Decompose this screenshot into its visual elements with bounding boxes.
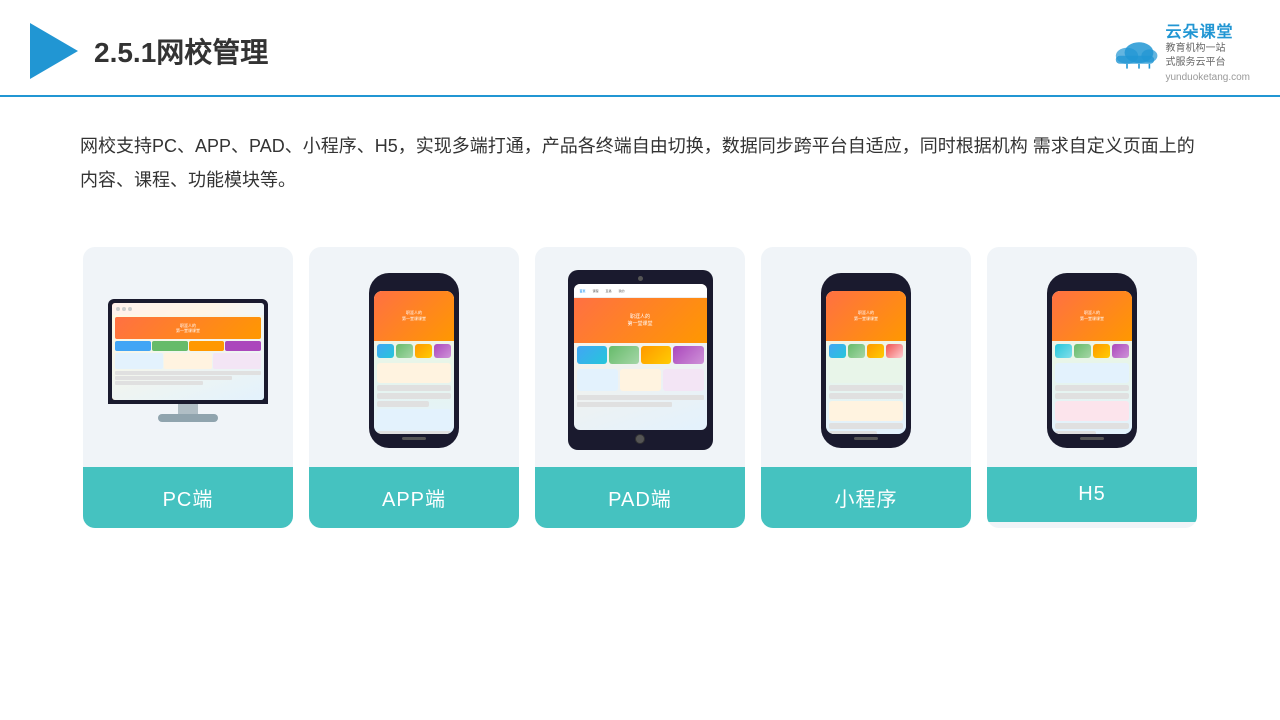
brand-block: 云朵课堂 教育机构一站式服务云平台 yunduoketang.com: [1111, 18, 1250, 83]
card-app: 职涯人的第一堂课课堂: [309, 247, 519, 528]
brand-url: yunduoketang.com: [1165, 72, 1250, 83]
brand-logo: 云朵课堂 教育机构一站式服务云平台 yunduoketang.com: [1111, 18, 1250, 83]
description-text: 网校支持PC、APP、PAD、小程序、H5，实现多端打通，产品各终端自由切换，数…: [0, 97, 1280, 217]
card-pc: 职涯人的第一堂课课堂: [83, 247, 293, 528]
card-miniapp-label: 小程序: [761, 467, 971, 528]
brand-text: 云朵课堂 教育机构一站式服务云平台 yunduoketang.com: [1165, 18, 1250, 83]
page-title: 2.5.1网校管理: [94, 31, 268, 71]
card-pad-image: 首页 课程 直播 我的 职涯人的第一堂课堂: [535, 247, 745, 467]
card-miniapp-image: 职涯人的第一堂课课堂: [761, 247, 971, 467]
header-left: 2.5.1网校管理: [30, 23, 268, 79]
page-header: 2.5.1网校管理 云朵课堂 教育机构一站式服务云平台 yunduoketang…: [0, 0, 1280, 97]
miniapp-phone-mockup: 职涯人的第一堂课课堂: [821, 273, 911, 448]
card-app-image: 职涯人的第一堂课课堂: [309, 247, 519, 467]
brand-tagline: 教育机构一站式服务云平台: [1165, 42, 1225, 70]
card-h5-label: H5: [987, 467, 1197, 522]
cloud-icon: [1111, 33, 1159, 69]
card-pc-image: 职涯人的第一堂课课堂: [83, 247, 293, 467]
card-h5: 职涯人的第一堂课课堂: [987, 247, 1197, 528]
card-pad: 首页 课程 直播 我的 职涯人的第一堂课堂: [535, 247, 745, 528]
h5-phone-mockup: 职涯人的第一堂课课堂: [1047, 273, 1137, 448]
card-h5-image: 职涯人的第一堂课课堂: [987, 247, 1197, 467]
card-miniapp: 职涯人的第一堂课课堂: [761, 247, 971, 528]
card-app-label: APP端: [309, 467, 519, 528]
card-pad-label: PAD端: [535, 467, 745, 528]
pad-mockup: 首页 课程 直播 我的 职涯人的第一堂课堂: [568, 270, 713, 450]
app-phone-mockup: 职涯人的第一堂课课堂: [369, 273, 459, 448]
play-icon: [30, 23, 78, 79]
brand-name: 云朵课堂: [1165, 18, 1233, 42]
pc-mockup: 职涯人的第一堂课课堂: [108, 299, 268, 422]
platform-cards: 职涯人的第一堂课课堂: [0, 217, 1280, 558]
card-pc-label: PC端: [83, 467, 293, 528]
